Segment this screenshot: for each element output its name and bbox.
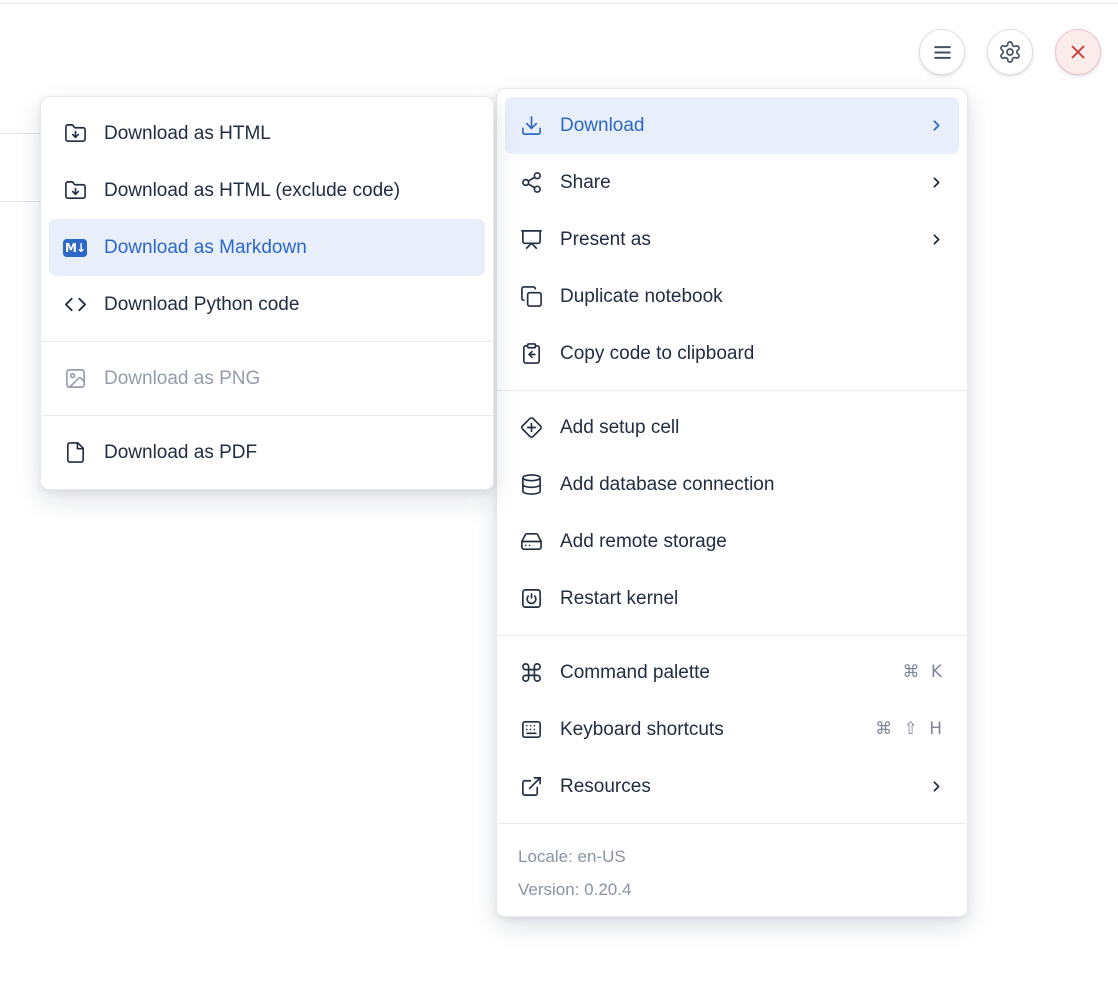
hard-drive-icon [519,530,543,554]
background-panel-border-top [0,133,41,134]
menu-item-duplicate-notebook[interactable]: Duplicate notebook [505,268,959,325]
hamburger-icon [930,40,955,65]
menu-item-download[interactable]: Download [505,97,959,154]
menu-item-copy-code-to-clipboard[interactable]: Copy code to clipboard [505,325,959,382]
diamond-plus-icon [519,416,543,440]
locale-text: Locale: en-US [518,840,946,873]
menu-item-download-as-html[interactable]: Download as HTML [49,105,485,162]
menu-item-label: Add database connection [560,475,945,494]
power-icon [519,587,543,611]
download-icon [519,114,543,138]
chevron-right-icon [928,778,945,795]
settings-button[interactable] [987,29,1033,75]
shortcut-hint: ⌘ K [902,664,945,681]
menu-item-add-database-connection[interactable]: Add database connection [505,456,959,513]
menu-footer: Locale: en-US Version: 0.20.4 [505,832,959,908]
clipboard-copy-icon [519,342,543,366]
menu-item-label: Add remote storage [560,532,945,551]
menu-item-label: Download as HTML [104,124,471,143]
menu-item-label: Restart kernel [560,589,945,608]
database-icon [519,473,543,497]
menu-sections: Download as HTML Download as HTML (exclud… [49,105,485,481]
presentation-icon [519,228,543,252]
keyboard-icon [519,718,543,742]
chevron-right-icon [928,117,945,134]
folder-down-icon [63,122,87,146]
markdown-badge: M↓ [63,239,87,257]
version-text: Version: 0.20.4 [518,873,946,906]
chevron-right-icon [928,231,945,248]
menu-item-label: Command palette [560,663,885,682]
download-submenu: Download as HTML Download as HTML (exclud… [40,96,494,490]
menu-item-keyboard-shortcuts[interactable]: Keyboard shortcuts ⌘ ⇧ H [505,701,959,758]
close-button[interactable] [1055,29,1101,75]
menu-item-label: Keyboard shortcuts [560,720,858,739]
menu-item-label: Download as Markdown [104,238,471,257]
menu-divider [497,635,967,636]
menu-item-download-as-pdf[interactable]: Download as PDF [49,424,485,481]
notebook-actions-menu: Download Share Present as Duplicate noteboo… [496,88,968,917]
external-link-icon [519,775,543,799]
command-icon [519,661,543,685]
menu-item-label: Present as [560,230,911,249]
menu-item-label: Duplicate notebook [560,287,945,306]
duplicate-icon [519,285,543,309]
gear-icon [998,40,1022,64]
share-icon [519,171,543,195]
menu-item-label: Share [560,173,911,192]
menu-item-label: Download Python code [104,295,471,314]
menu-item-present-as[interactable]: Present as [505,211,959,268]
menu-item-label: Download [560,116,911,135]
folder-down-icon [63,179,87,203]
background-panel-border-bottom [0,201,41,202]
menu-item-download-as-html-exclude-code[interactable]: Download as HTML (exclude code) [49,162,485,219]
markdown-badge-icon: M↓ [63,236,87,260]
menu-item-label: Download as PNG [104,369,471,388]
menu-item-label: Resources [560,777,911,796]
menu-divider [41,341,493,342]
menu-divider [41,415,493,416]
menu-item-command-palette[interactable]: Command palette ⌘ K [505,644,959,701]
menu-item-restart-kernel[interactable]: Restart kernel [505,570,959,627]
menu-item-label: Download as PDF [104,443,471,462]
menu-divider [497,390,967,391]
menu-sections: Download Share Present as Duplicate noteboo… [505,97,959,815]
menu-item-download-as-png: Download as PNG [49,350,485,407]
menu-item-add-remote-storage[interactable]: Add remote storage [505,513,959,570]
close-icon [1067,41,1089,63]
image-icon [63,367,87,391]
menu-divider [497,823,967,824]
page-top-border [0,3,1118,4]
menu-item-share[interactable]: Share [505,154,959,211]
notebook-toolbar [919,29,1101,75]
menu-item-add-setup-cell[interactable]: Add setup cell [505,399,959,456]
menu-item-label: Download as HTML (exclude code) [104,181,471,200]
menu-item-download-python-code[interactable]: Download Python code [49,276,485,333]
shortcut-hint: ⌘ ⇧ H [875,721,945,738]
code-icon [63,293,87,317]
menu-button[interactable] [919,29,965,75]
chevron-right-icon [928,174,945,191]
menu-item-download-as-markdown[interactable]: M↓ Download as Markdown [49,219,485,276]
menu-item-label: Copy code to clipboard [560,344,945,363]
menu-item-resources[interactable]: Resources [505,758,959,815]
file-icon [63,441,87,465]
menu-item-label: Add setup cell [560,418,945,437]
